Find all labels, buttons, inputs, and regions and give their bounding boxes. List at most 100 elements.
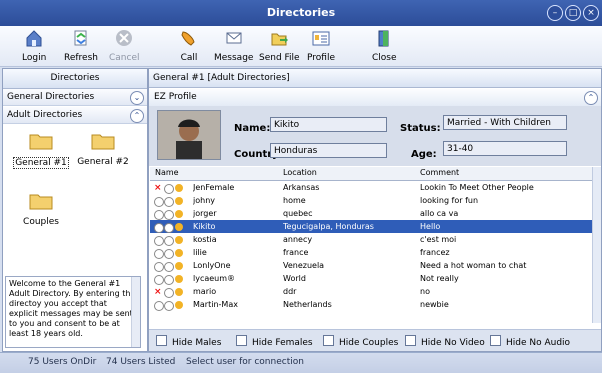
close-tool-button[interactable]: Close [372, 28, 397, 63]
country-field: Honduras [270, 143, 387, 158]
no-video-icon: × [154, 287, 162, 297]
directory-content-pane: General #1 [Adult Directories] EZ Profil… [148, 68, 602, 352]
close-door-icon [378, 30, 389, 47]
ez-profile-header: EZ Profile ⌃ [149, 89, 601, 106]
directories-pane: Directories General Directories ⌄ Adult … [2, 68, 148, 352]
directory-description: Welcome to the General #1 Adult Director… [5, 276, 141, 348]
general-directories-header[interactable]: General Directories ⌄ [3, 89, 147, 106]
table-row[interactable]: lilie france francez [150, 246, 592, 259]
users-listed-status: 74 Users Listed [106, 357, 176, 367]
camera-icon [154, 262, 164, 272]
hide-females-checkbox[interactable]: Hide Females [236, 335, 313, 348]
close-button[interactable]: × [583, 5, 599, 21]
table-row-selected[interactable]: Kikito Tegucigalpa, Honduras Hello [150, 220, 592, 233]
male-user-icon [175, 288, 183, 296]
camera-icon [154, 275, 164, 285]
status-label: Status: [400, 123, 441, 134]
hide-males-checkbox[interactable]: Hide Males [156, 335, 221, 348]
table-row[interactable]: jorger quebec allo ca va [150, 207, 592, 220]
user-photo [157, 110, 221, 160]
male-user-icon [175, 236, 183, 244]
speaker-icon [164, 275, 174, 285]
male-user-icon [175, 197, 183, 205]
camera-icon [154, 301, 164, 311]
hide-no-video-checkbox[interactable]: Hide No Video [405, 335, 485, 348]
table-row[interactable]: Martin-Max Netherlands newbie [150, 298, 592, 311]
users-grid-scrollbar[interactable] [592, 167, 601, 323]
users-grid-header: Name Location Comment [150, 167, 592, 181]
male-user-icon [175, 301, 183, 309]
hide-no-audio-checkbox[interactable]: Hide No Audio [490, 335, 570, 348]
table-row[interactable]: × mario ddr no [150, 285, 592, 298]
table-row[interactable]: lycaeum® World Not really [150, 272, 592, 285]
column-comment[interactable]: Comment [420, 168, 459, 177]
name-field: Kikito [270, 117, 387, 132]
female-user-icon [175, 184, 183, 192]
folder-icon [29, 134, 53, 150]
status-bar: 75 Users OnDir 74 Users Listed Select us… [0, 352, 602, 373]
camera-icon [154, 236, 164, 246]
age-field: 31-40 [443, 141, 567, 156]
age-label: Age: [411, 149, 437, 160]
profile-button[interactable]: Profile [307, 28, 335, 63]
hide-couples-checkbox[interactable]: Hide Couples [323, 335, 398, 348]
message-icon [226, 32, 242, 44]
send-file-icon [271, 33, 289, 46]
refresh-button[interactable]: Refresh [64, 28, 98, 63]
name-label: Name: [234, 123, 271, 134]
camera-icon [154, 210, 164, 220]
refresh-icon [74, 30, 87, 46]
folder-icon [91, 134, 115, 150]
message-button[interactable]: Message [214, 28, 253, 63]
camera-icon [154, 223, 164, 233]
camera-icon [154, 197, 164, 207]
table-row[interactable]: × JenFemale Arkansas Lookin To Meet Othe… [150, 181, 592, 194]
speaker-icon [164, 223, 174, 233]
table-row[interactable]: LonlyOne Venezuela Need a hot woman to c… [150, 259, 592, 272]
adult-directories-header[interactable]: Adult Directories ⌃ [3, 107, 147, 124]
phone-icon [181, 31, 195, 46]
status-field: Married - With Children [443, 115, 567, 130]
send-file-button[interactable]: Send File [259, 28, 300, 63]
male-user-icon [175, 275, 183, 283]
female-user-icon [175, 249, 183, 257]
profile-icon [312, 31, 330, 46]
chevron-up-icon[interactable]: ⌃ [130, 109, 144, 123]
male-user-icon [175, 210, 183, 218]
speaker-icon [164, 184, 174, 194]
cancel-button[interactable]: Cancel [109, 28, 140, 63]
table-row[interactable]: johny home looking for fun [150, 194, 592, 207]
folder-general-2[interactable]: General #2 [75, 131, 131, 167]
window-title: Directories [266, 6, 336, 19]
directories-title: Directories [3, 69, 147, 89]
filter-checkbox-bar: Hide Males Hide Females Hide Couples Hid… [149, 329, 601, 351]
home-login-icon [26, 30, 42, 47]
maximize-button[interactable]: □ [565, 5, 581, 21]
login-button[interactable]: Login [22, 28, 46, 63]
folder-icon [29, 194, 53, 210]
table-row[interactable]: kostia annecy c'est moi [150, 233, 592, 246]
column-name[interactable]: Name [155, 168, 179, 177]
minimize-button[interactable]: – [547, 5, 563, 21]
male-user-icon [175, 223, 183, 231]
chevron-down-icon[interactable]: ⌄ [130, 91, 144, 105]
no-video-icon: × [154, 183, 162, 193]
call-button[interactable]: Call [178, 28, 200, 63]
speaker-icon [164, 288, 174, 298]
chevron-up-icon[interactable]: ⌃ [584, 91, 598, 105]
description-scrollbar[interactable] [131, 277, 140, 347]
users-grid: Name Location Comment × JenFemale Arkans… [150, 167, 592, 323]
folder-couples[interactable]: Couples [13, 191, 69, 227]
folder-general-1[interactable]: General #1 [13, 131, 69, 169]
cancel-icon [116, 30, 133, 46]
column-location[interactable]: Location [283, 168, 317, 177]
speaker-icon [164, 249, 174, 259]
toolbar: Login Refresh Cancel Call Message Send F… [0, 26, 602, 67]
users-ondir-status: 75 Users OnDir [28, 357, 97, 367]
directory-title: General #1 [Adult Directories] [149, 69, 601, 88]
speaker-icon [164, 197, 174, 207]
selection-hint-status: Select user for connection [186, 357, 304, 367]
ez-profile-panel: Name: Kikito Country: Honduras Status: M… [149, 106, 601, 166]
camera-icon [154, 249, 164, 259]
speaker-icon [164, 210, 174, 220]
